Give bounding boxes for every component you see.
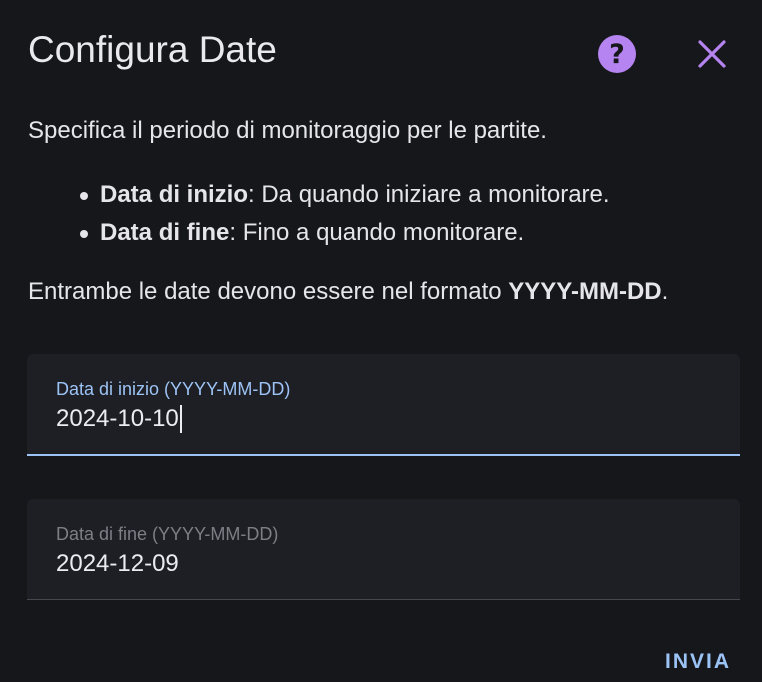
format-suffix: .: [661, 278, 669, 305]
format-note: Entrambe le date devono essere nel forma…: [28, 277, 668, 307]
start-date-input[interactable]: 2024-10-10: [56, 404, 182, 434]
text-caret: [179, 405, 182, 433]
intro-text: Specifica il periodo di monitoraggio per…: [28, 117, 547, 144]
bullet-term: Data di fine: [100, 219, 230, 246]
end-date-label: Data di fine (YYYY-MM-DD): [56, 524, 279, 544]
list-item: Data di inizio: Da quando iniziare a mon…: [76, 176, 610, 214]
configure-dates-dialog: Configura Date ? Specifica il periodo di…: [0, 0, 762, 682]
dialog-title: Configura Date: [28, 29, 277, 70]
close-button[interactable]: [695, 37, 729, 71]
start-date-label: Data di inizio (YYYY-MM-DD): [56, 379, 291, 399]
end-date-value: 2024-12-09: [56, 550, 179, 577]
bullet-description: : Fino a quando monitorare.: [229, 219, 525, 246]
date-definitions-list: Data di inizio: Da quando iniziare a mon…: [76, 176, 610, 252]
format-value: YYYY-MM-DD: [508, 278, 662, 305]
submit-button[interactable]: INVIA: [650, 644, 746, 680]
end-date-input[interactable]: 2024-12-09: [56, 549, 179, 579]
end-date-field[interactable]: Data di fine (YYYY-MM-DD) 2024-12-09: [27, 499, 740, 600]
help-button[interactable]: ?: [598, 35, 636, 73]
start-date-field[interactable]: Data di inizio (YYYY-MM-DD) 2024-10-10: [27, 354, 740, 456]
format-prefix: Entrambe le date devono essere nel forma…: [28, 278, 509, 305]
start-date-value: 2024-10-10: [56, 405, 179, 432]
close-icon: [698, 40, 726, 68]
bullet-description: : Da quando iniziare a monitorare.: [248, 181, 610, 208]
bullet-term: Data di inizio: [100, 181, 249, 208]
list-item: Data di fine: Fino a quando monitorare.: [76, 214, 610, 252]
help-circle-icon: ?: [609, 38, 625, 70]
